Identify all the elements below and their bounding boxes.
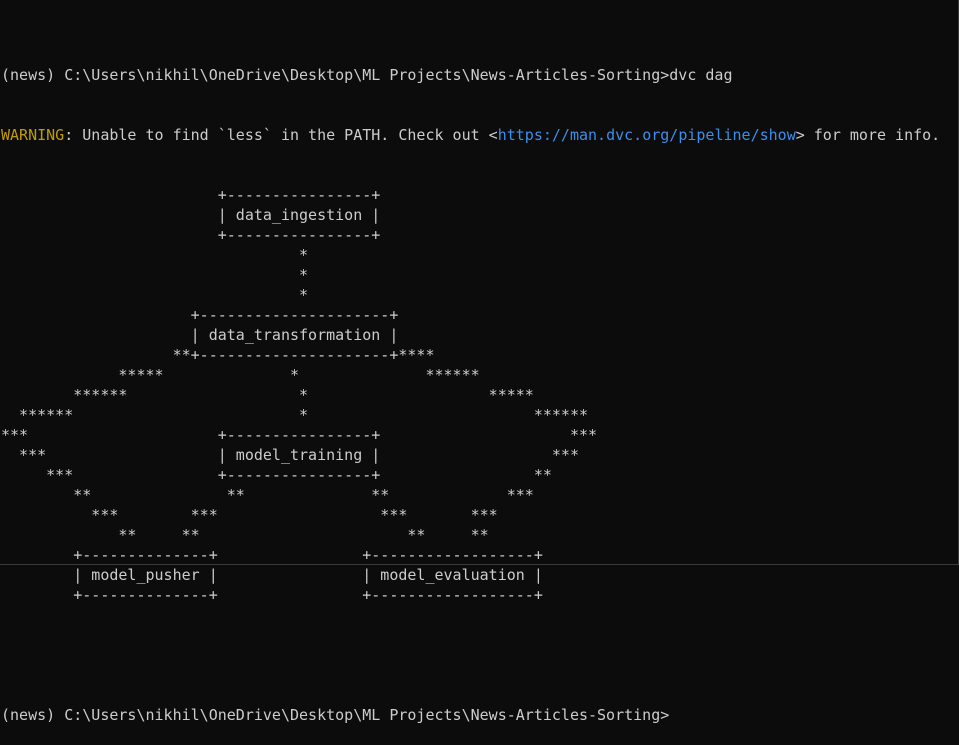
dag-line: | data_transformation | xyxy=(1,326,399,344)
dag-diagram: +----------------+ | data_ingestion | +-… xyxy=(1,185,940,605)
warning-text-end: > for more info. xyxy=(795,126,941,144)
dag-line: +----------------+ xyxy=(1,226,381,244)
dag-line: ****** * ***** xyxy=(1,386,534,404)
dag-line: ***** * ****** xyxy=(1,366,480,384)
dag-line: *** | model_training | *** xyxy=(1,446,579,464)
dag-line: +---------------------+ xyxy=(1,306,399,324)
dag-line: +----------------+ xyxy=(1,186,381,204)
dag-line: *** +----------------+ *** xyxy=(1,426,598,444)
terminal-output[interactable]: (news) C:\Users\nikhil\OneDrive\Desktop\… xyxy=(1,25,940,745)
warning-line: WARNING: Unable to find `less` in the PA… xyxy=(1,125,940,145)
dag-line: * xyxy=(1,286,309,304)
command-text: dvc dag xyxy=(669,66,733,84)
dag-line: **+---------------------+**** xyxy=(1,346,435,364)
warning-url-link[interactable]: https://man.dvc.org/pipeline/show xyxy=(498,126,796,144)
dag-line: | data_ingestion | xyxy=(1,206,381,224)
dag-line: | model_pusher | | model_evaluation | xyxy=(1,566,543,584)
final-prompt-line: (news) C:\Users\nikhil\OneDrive\Desktop\… xyxy=(1,705,940,725)
dag-line: *** *** *** *** xyxy=(1,506,498,524)
final-prompt: (news) C:\Users\nikhil\OneDrive\Desktop\… xyxy=(1,706,670,724)
dag-line: ****** * ****** xyxy=(1,406,588,424)
dag-line: * xyxy=(1,246,309,264)
warning-label: WARNING xyxy=(1,126,65,144)
dag-line: ** ** ** *** xyxy=(1,486,534,504)
dag-line: +--------------+ +------------------+ xyxy=(1,586,543,604)
warning-text: : Unable to find `less` in the PATH. Che… xyxy=(64,126,498,144)
dag-line: ** ** ** ** xyxy=(1,526,489,544)
dag-line: *** +----------------+ ** xyxy=(1,466,552,484)
dag-line: +--------------+ +------------------+ xyxy=(1,546,543,564)
dag-line: * xyxy=(1,266,309,284)
command-prompt: (news) C:\Users\nikhil\OneDrive\Desktop\… xyxy=(1,66,670,84)
command-line: (news) C:\Users\nikhil\OneDrive\Desktop\… xyxy=(1,65,940,85)
